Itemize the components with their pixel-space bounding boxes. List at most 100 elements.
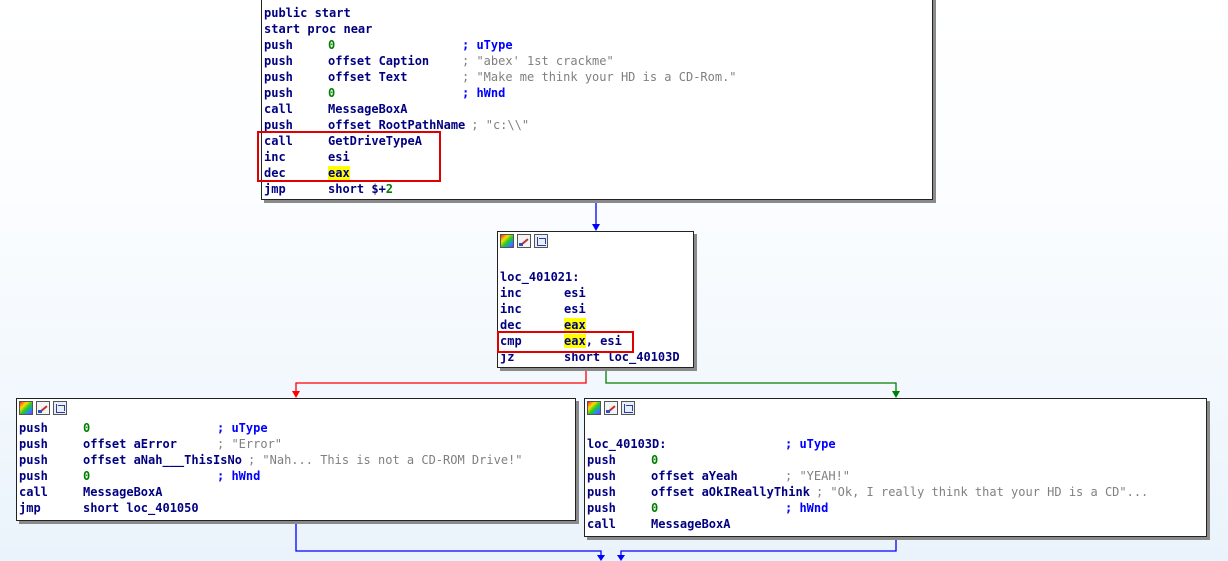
mnemonic: push xyxy=(19,437,48,451)
operand-area: 0 xyxy=(651,500,779,516)
asm-line[interactable]: loc_401021: xyxy=(500,269,680,285)
operand: offset aOkIReallyThink xyxy=(651,485,810,499)
mnemonic: push xyxy=(587,485,616,499)
immediate-value: 0 xyxy=(651,501,659,515)
asm-line[interactable]: push 0 ; hWnd xyxy=(19,468,523,484)
asm-line[interactable]: call MessageBoxA xyxy=(264,101,737,117)
asm-line[interactable]: jmp short $+2 xyxy=(264,181,737,197)
operand: offset Text xyxy=(328,70,408,84)
operand-area: offset Text xyxy=(328,69,456,85)
comment: ; "Make me think your HD is a CD-Rom." xyxy=(462,70,737,84)
operand-area: offset aOkIReallyThink xyxy=(651,484,810,500)
asm-line[interactable]: call MessageBoxA xyxy=(587,516,1148,532)
operand-area: 0 xyxy=(83,468,211,484)
annotation-box-cmp xyxy=(497,331,634,353)
group-nodes-icon[interactable] xyxy=(534,234,548,248)
mnemonic: push xyxy=(587,469,616,483)
color-icon[interactable] xyxy=(19,401,33,415)
immediate-value: 0 xyxy=(651,453,659,467)
node-code-error: push 0; uType push offset aError; "Error" pu… xyxy=(19,420,523,516)
operand-area: MessageBoxA xyxy=(328,101,407,117)
operand-area: offset aError xyxy=(83,436,211,452)
asm-line[interactable]: push 0 ; hWnd xyxy=(587,500,1148,516)
mnemonic: call xyxy=(587,517,616,531)
asm-line[interactable]: jmp short loc_401050 xyxy=(19,500,523,516)
asm-line[interactable] xyxy=(500,253,680,269)
node-toolbar xyxy=(587,401,635,415)
immediate-value: 0 xyxy=(83,421,91,435)
rename-icon[interactable] xyxy=(517,234,531,248)
node-code-loc-40103d: loc_40103D: ; uType push 0 push offset aYeah;… xyxy=(587,420,1148,532)
operand-area: 0 xyxy=(328,85,456,101)
code-label: loc_401021: xyxy=(500,270,580,284)
graph-node-loc-40103d[interactable]: loc_40103D: ; uType push 0 push offset aYeah;… xyxy=(584,398,1207,537)
asm-line[interactable]: push 0 xyxy=(587,452,1148,468)
comment: ; "c:\\" xyxy=(471,118,530,132)
asm-line[interactable]: call MessageBoxA xyxy=(19,484,523,500)
operand-area: 0 xyxy=(651,452,658,468)
rename-icon[interactable] xyxy=(604,401,618,415)
comment: ; uType xyxy=(785,437,836,451)
mnemonic: push xyxy=(587,453,616,467)
rename-icon[interactable] xyxy=(36,401,50,415)
operand-area: offset Caption xyxy=(328,53,456,69)
asm-line[interactable]: inc esi xyxy=(500,285,680,301)
operand: short loc_401050 xyxy=(83,501,199,515)
group-nodes-icon[interactable] xyxy=(53,401,67,415)
asm-line[interactable]: push offset Text ; "Make me think your HD … xyxy=(264,69,737,85)
asm-line[interactable]: push 0 ; hWnd xyxy=(264,85,737,101)
comment: ; "Ok, I really think that your HD is a … xyxy=(815,485,1149,499)
call-target: MessageBoxA xyxy=(83,485,163,499)
edge-true-branch xyxy=(605,368,900,398)
comment: ; hWnd xyxy=(462,86,506,100)
comment: ; hWnd xyxy=(785,501,829,515)
asm-line[interactable]: loc_40103D: ; uType xyxy=(587,436,1148,452)
comment: ; "YEAH!" xyxy=(785,469,851,483)
immediate-value: 0 xyxy=(83,469,91,483)
operand: esi xyxy=(564,286,586,300)
immediate-value: 2 xyxy=(385,182,394,196)
asm-line[interactable]: push 0 ; uType xyxy=(19,420,523,436)
mnemonic: push xyxy=(264,70,293,84)
edge-yeah-to-exit xyxy=(617,537,897,561)
operand-area: 0 xyxy=(83,420,211,436)
comment: ; "Nah... This is not a CD-ROM Drive!" xyxy=(247,453,523,467)
comment: ; uType xyxy=(217,421,268,435)
code-label: start proc near xyxy=(264,22,373,36)
color-icon[interactable] xyxy=(587,401,601,415)
asm-line[interactable]: push offset aOkIReallyThink ; "Ok, I reall… xyxy=(587,484,1148,500)
mnemonic: push xyxy=(19,469,48,483)
asm-line[interactable]: push offset aError ; "Error" xyxy=(19,436,523,452)
asm-line[interactable] xyxy=(587,420,1148,436)
operand-area: MessageBoxA xyxy=(83,484,162,500)
asm-line[interactable]: inc esi xyxy=(500,301,680,317)
node-toolbar xyxy=(500,234,548,248)
asm-line[interactable]: push offset aNah___ThisIsNo ; "Nah... This… xyxy=(19,452,523,468)
edge-start-to-loc401021 xyxy=(592,200,600,231)
asm-line[interactable]: push offset Caption ; "abex' 1st crackme" xyxy=(264,53,737,69)
operand: offset aNah___ThisIsNo xyxy=(83,453,242,467)
operand: offset aError xyxy=(83,437,177,451)
graph-node-error[interactable]: push 0; uType push offset aError; "Error" pu… xyxy=(16,398,576,521)
highlighted-register: eax xyxy=(564,318,586,332)
group-nodes-icon[interactable] xyxy=(621,401,635,415)
mnemonic: call xyxy=(264,102,293,116)
asm-line[interactable]: public start xyxy=(264,5,737,21)
operand-area: offset aYeah xyxy=(651,468,779,484)
asm-line[interactable]: start proc near xyxy=(264,21,737,37)
mnemonic: call xyxy=(19,485,48,499)
mnemonic: jmp xyxy=(264,182,286,196)
asm-line[interactable]: push offset aYeah ; "YEAH!" xyxy=(587,468,1148,484)
color-icon[interactable] xyxy=(500,234,514,248)
mnemonic: push xyxy=(264,86,293,100)
asm-line[interactable]: push 0 ; uType xyxy=(264,37,737,53)
mnemonic: inc xyxy=(500,286,522,300)
operand-area: MessageBoxA xyxy=(651,516,730,532)
operand-area: short $+2 xyxy=(328,181,393,197)
immediate-value: 0 xyxy=(328,86,336,100)
mnemonic: push xyxy=(19,453,48,467)
operand: offset Caption xyxy=(328,54,430,68)
mnemonic: push xyxy=(19,421,48,435)
operand: offset aYeah xyxy=(651,469,738,483)
operand: short $+ xyxy=(328,182,386,196)
